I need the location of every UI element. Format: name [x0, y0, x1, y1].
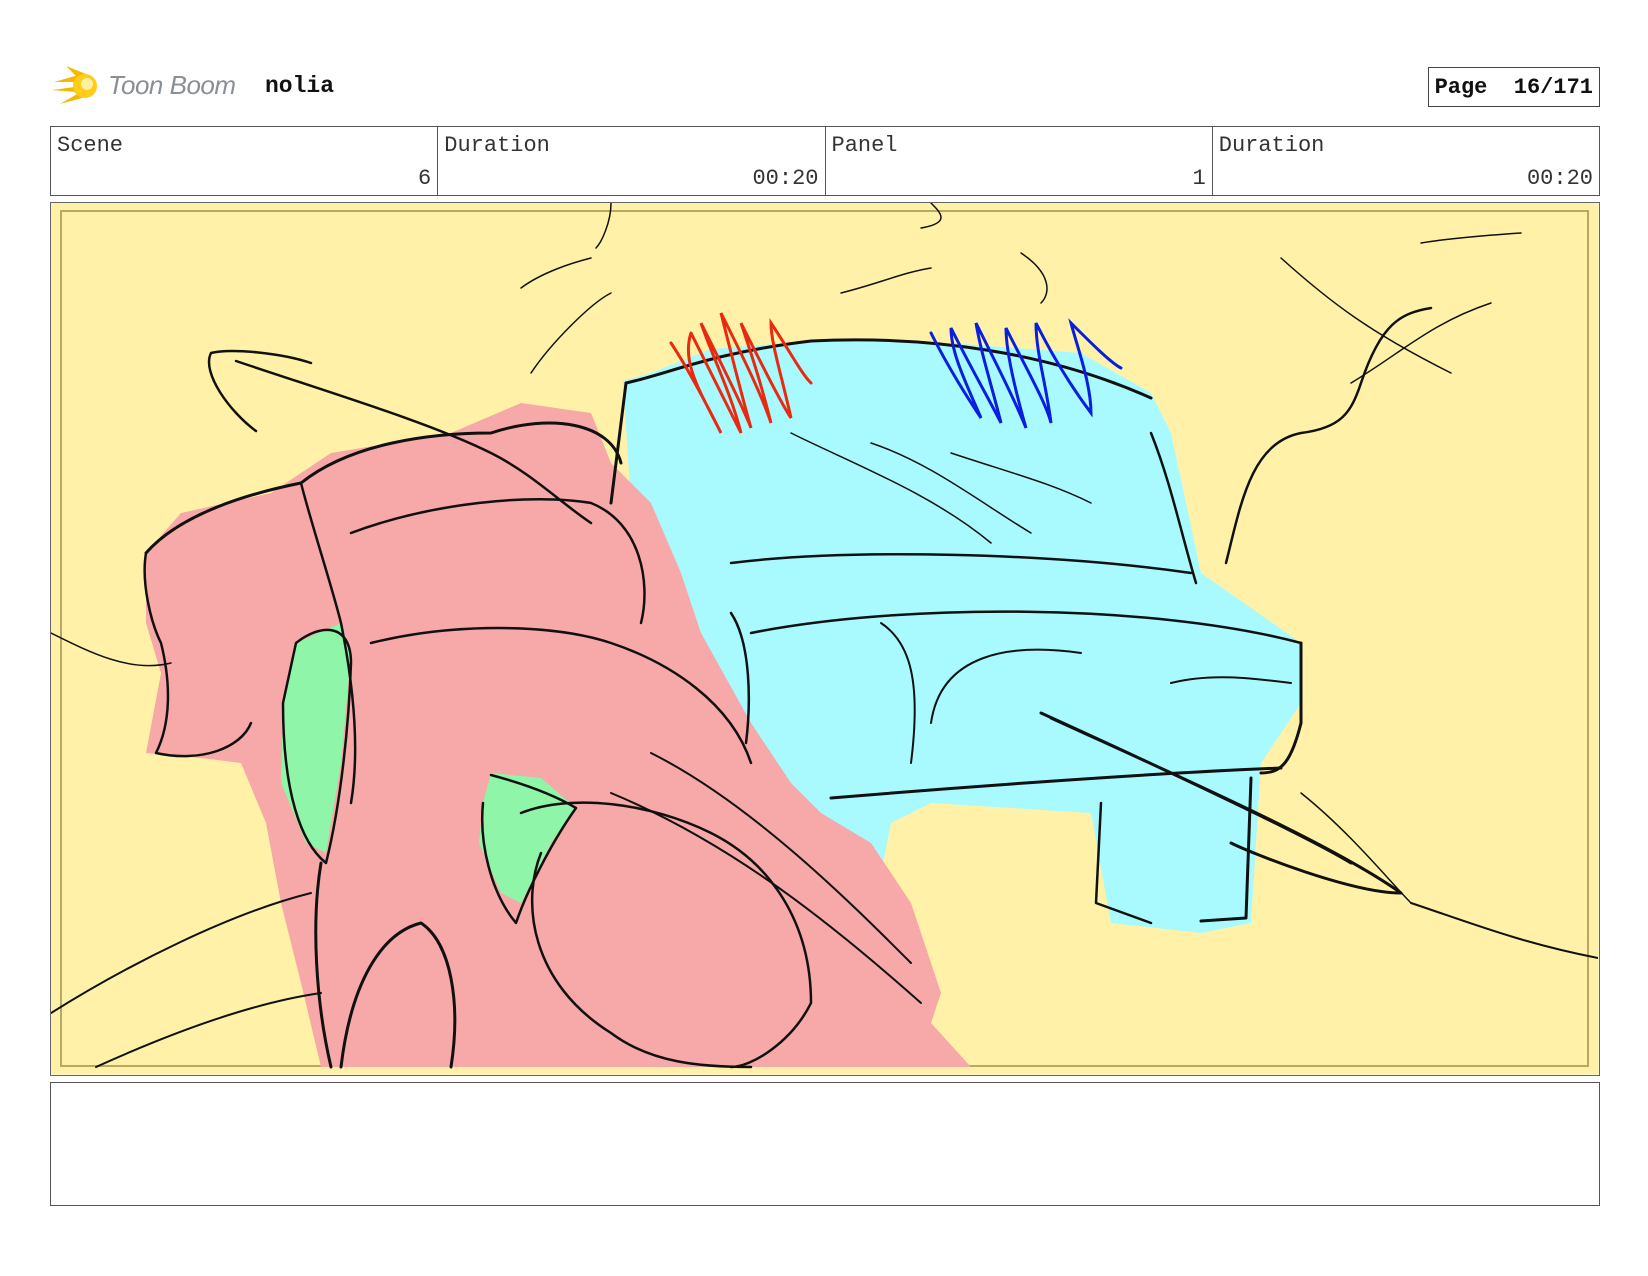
page-header: Toon Boom nolia Page 16/171: [52, 56, 1600, 112]
scene-label: Scene: [57, 133, 124, 158]
scene-cell: Scene 6: [51, 127, 439, 195]
page-indicator: Page 16/171: [1427, 67, 1600, 107]
panel-duration-cell: Duration 00:20: [1213, 127, 1599, 195]
scene-duration-label: Duration: [444, 133, 550, 158]
scene-info-row: Scene 6 Duration 00:20 Panel 1 Duration …: [50, 126, 1600, 196]
panel-label: Panel: [831, 133, 898, 158]
panel-notes-box: [50, 1082, 1600, 1206]
scene-duration-value: 00:20: [752, 166, 819, 191]
project-name: nolia: [265, 73, 335, 99]
scene-value: 6: [418, 166, 432, 191]
storyboard-panel-image: [50, 202, 1600, 1076]
panel-duration-value: 00:20: [1526, 166, 1593, 191]
panel-value: 1: [1192, 166, 1206, 191]
panel-duration-label: Duration: [1218, 133, 1325, 158]
panel-cell: Panel 1: [826, 127, 1213, 195]
toon-boom-logo-icon: [52, 60, 102, 110]
scene-duration-cell: Duration 00:20: [438, 127, 826, 195]
brand-name: Toon Boom: [108, 70, 236, 100]
